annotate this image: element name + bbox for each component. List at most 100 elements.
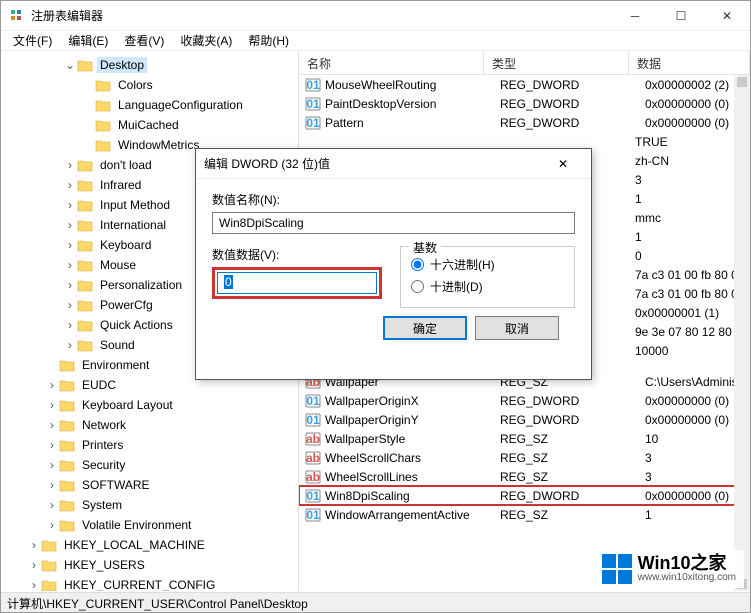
tree-item[interactable]: › Printers (1, 435, 298, 455)
tree-item[interactable]: › HKEY_USERS (1, 555, 298, 575)
tree-label: Personalization (97, 277, 185, 293)
radio-hex-input[interactable] (411, 258, 424, 271)
tree-label: Network (79, 417, 129, 433)
value-name: WallpaperOriginY (325, 413, 500, 427)
expander-icon[interactable]: › (63, 338, 77, 352)
tree-label: Environment (79, 357, 152, 373)
value-type: REG_DWORD (500, 116, 645, 130)
svg-text:ab: ab (306, 470, 320, 484)
tree-item[interactable]: MuiCached (1, 115, 298, 135)
window-title: 注册表编辑器 (31, 7, 612, 24)
expander-icon[interactable]: › (45, 398, 59, 412)
radio-dec[interactable]: 十进制(D) (411, 275, 564, 297)
value-name: Pattern (325, 116, 500, 130)
svg-text:01: 01 (306, 413, 320, 427)
list-row[interactable]: abWheelScrollCharsREG_SZ3 (299, 448, 750, 467)
tree-item[interactable]: ›Security (1, 455, 298, 475)
tree-item[interactable]: ⌄ Desktop (1, 55, 298, 75)
list-row[interactable]: 01PaintDesktopVersionREG_DWORD0x00000000… (299, 94, 750, 113)
expander-icon[interactable]: › (63, 198, 77, 212)
value-type: REG_SZ (500, 508, 645, 522)
expander-icon[interactable]: › (63, 218, 77, 232)
list-row[interactable]: 01PatternREG_DWORD0x00000000 (0) (299, 113, 750, 132)
col-name[interactable]: 名称 (299, 51, 484, 74)
expander-icon[interactable]: › (45, 458, 59, 472)
tree-item[interactable]: ›SOFTWARE (1, 475, 298, 495)
tree-item[interactable]: › Network (1, 415, 298, 435)
value-name-input[interactable] (212, 212, 575, 234)
expander-icon[interactable]: › (45, 498, 59, 512)
menu-edit[interactable]: 编辑(E) (60, 30, 116, 51)
list-row[interactable]: 01WallpaperOriginYREG_DWORD0x00000000 (0… (299, 410, 750, 429)
tree-item[interactable]: LanguageConfiguration (1, 95, 298, 115)
expander-icon[interactable]: › (45, 418, 59, 432)
dialog-close-button[interactable]: ✕ (543, 150, 583, 178)
tree-label: Printers (79, 437, 126, 453)
value-type: REG_DWORD (500, 78, 645, 92)
svg-text:01: 01 (306, 394, 320, 408)
expander-icon[interactable]: › (63, 158, 77, 172)
tree-item[interactable]: ›Volatile Environment (1, 515, 298, 535)
list-row[interactable]: 01MouseWheelRoutingREG_DWORD0x00000002 (… (299, 75, 750, 94)
value-data-input[interactable]: 0 (217, 272, 377, 294)
value-data: 10000 (635, 344, 750, 358)
list-row[interactable]: abWheelScrollLinesREG_SZ3 (299, 467, 750, 486)
tree-label: LanguageConfiguration (115, 97, 246, 113)
menu-view[interactable]: 查看(V) (116, 30, 172, 51)
col-data[interactable]: 数据 (629, 51, 750, 74)
list-row[interactable]: abWallpaperStyleREG_SZ10 (299, 429, 750, 448)
expander-icon[interactable]: › (45, 478, 59, 492)
ok-button[interactable]: 确定 (383, 316, 467, 340)
tree-item[interactable]: ›Keyboard Layout (1, 395, 298, 415)
menu-file[interactable]: 文件(F) (5, 30, 60, 51)
list-row[interactable]: 01Win8DpiScalingREG_DWORD0x00000000 (0) (299, 486, 750, 505)
value-data: 0x00000001 (1) (635, 306, 750, 320)
tree-label: Keyboard (97, 237, 154, 253)
value-data: 7a c3 01 00 fb 80 04 (635, 287, 750, 301)
expander-icon[interactable]: › (63, 258, 77, 272)
tree-label: PowerCfg (97, 297, 156, 313)
list-row[interactable]: 01WindowArrangementActiveREG_SZ1 (299, 505, 750, 524)
expander-icon[interactable]: › (63, 298, 77, 312)
expander-icon[interactable]: › (63, 178, 77, 192)
close-button[interactable]: ✕ (704, 1, 750, 31)
minimize-button[interactable]: ─ (612, 1, 658, 31)
expander-icon[interactable]: › (63, 318, 77, 332)
tree-item[interactable]: ›HKEY_CURRENT_CONFIG (1, 575, 298, 591)
tree-label: International (97, 217, 169, 233)
tree-item[interactable]: ›System (1, 495, 298, 515)
svg-text:ab: ab (306, 451, 320, 465)
value-name: WheelScrollLines (325, 470, 500, 484)
value-data: mmc (635, 211, 750, 225)
cancel-button[interactable]: 取消 (475, 316, 559, 340)
value-data: 9e 3e 07 80 12 80 04 (635, 325, 750, 339)
expander-icon[interactable]: › (45, 518, 59, 532)
col-type[interactable]: 类型 (484, 51, 629, 74)
tree-label: HKEY_USERS (61, 557, 148, 573)
tree-label: Infrared (97, 177, 144, 193)
svg-text:01: 01 (306, 508, 320, 522)
expander-icon[interactable]: › (63, 238, 77, 252)
value-type: REG_DWORD (500, 413, 645, 427)
vertical-scrollbar[interactable] (734, 75, 750, 591)
expander-icon[interactable]: ⌄ (63, 58, 77, 72)
expander-icon[interactable]: › (27, 538, 41, 552)
tree-item[interactable]: Colors (1, 75, 298, 95)
tree-label: Desktop (97, 57, 147, 73)
radio-dec-input[interactable] (411, 280, 424, 293)
tree-label: EUDC (79, 377, 119, 393)
radio-hex[interactable]: 十六进制(H) (411, 253, 564, 275)
menu-favorites[interactable]: 收藏夹(A) (172, 30, 240, 51)
expander-icon[interactable]: › (27, 578, 41, 591)
menu-help[interactable]: 帮助(H) (240, 30, 297, 51)
tree-label: Sound (97, 337, 138, 353)
expander-icon[interactable]: › (45, 438, 59, 452)
value-type: REG_SZ (500, 470, 645, 484)
list-row[interactable]: 01WallpaperOriginXREG_DWORD0x00000000 (0… (299, 391, 750, 410)
maximize-button[interactable]: ☐ (658, 1, 704, 31)
expander-icon[interactable]: › (45, 378, 59, 392)
expander-icon[interactable]: › (27, 558, 41, 572)
tree-item[interactable]: ›HKEY_LOCAL_MACHINE (1, 535, 298, 555)
value-data: 3 (635, 173, 750, 187)
expander-icon[interactable]: › (63, 278, 77, 292)
